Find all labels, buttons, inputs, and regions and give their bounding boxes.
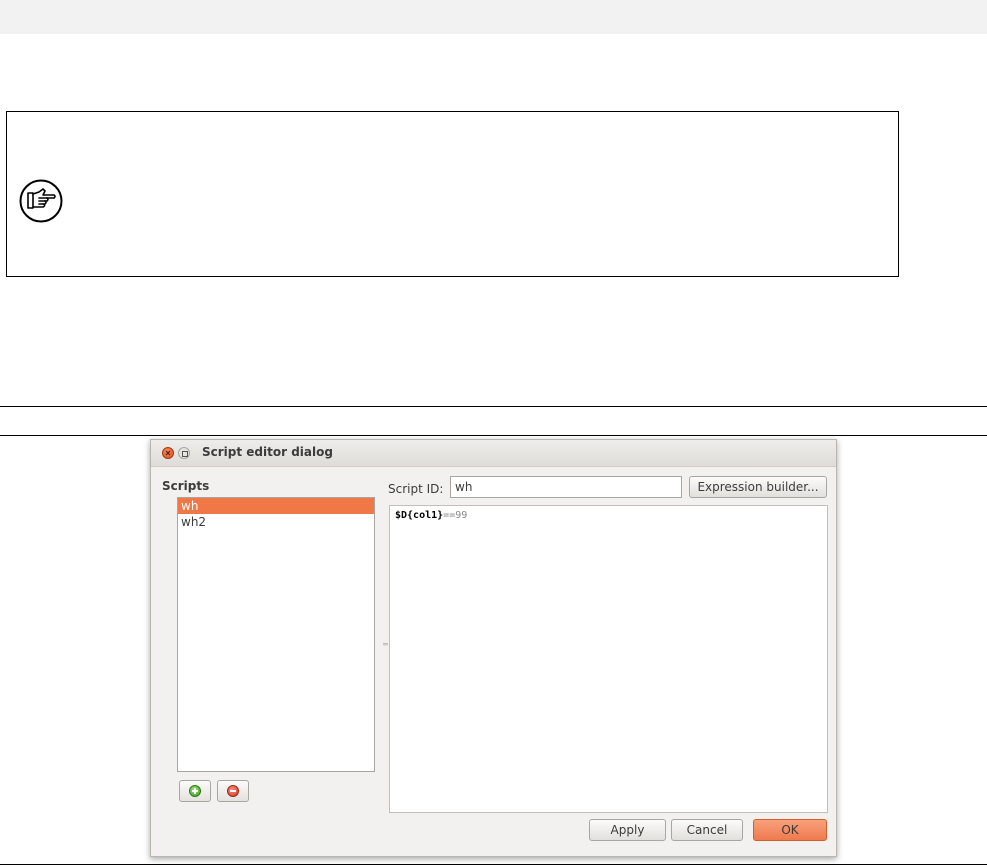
top-bar	[0, 0, 987, 34]
expression-builder-button[interactable]: Expression builder...	[689, 476, 827, 498]
note-box	[6, 111, 899, 277]
add-icon	[189, 785, 201, 797]
remove-icon	[227, 785, 239, 797]
code-expression: ==99	[443, 510, 468, 521]
add-script-button[interactable]	[179, 780, 211, 802]
close-icon	[165, 450, 171, 456]
scripts-label: Scripts	[162, 479, 210, 493]
divider-bottom	[0, 864, 987, 865]
maximize-icon	[182, 451, 188, 457]
divider-middle	[0, 435, 987, 436]
script-editor[interactable]: $D{col1}==99	[389, 505, 828, 813]
cancel-label: Cancel	[686, 823, 728, 837]
title-bar: Script editor dialog	[151, 440, 836, 467]
script-id-label: Script ID:	[388, 482, 444, 496]
dialog-title: Script editor dialog	[202, 445, 333, 459]
script-editor-dialog: Script editor dialog Scripts wh wh2 ═ Sc…	[150, 439, 837, 857]
ok-button[interactable]: OK	[753, 819, 827, 841]
script-item-wh[interactable]: wh	[178, 498, 374, 514]
cancel-button[interactable]: Cancel	[671, 819, 743, 841]
code-variable: $D{col1}	[395, 510, 444, 521]
script-id-input[interactable]	[450, 476, 682, 498]
remove-script-button[interactable]	[217, 780, 249, 802]
script-item-wh2[interactable]: wh2	[178, 514, 374, 530]
divider-top	[0, 406, 987, 407]
pane-splitter[interactable]: ═	[383, 640, 388, 649]
maximize-button[interactable]	[178, 447, 190, 459]
apply-button[interactable]: Apply	[589, 819, 666, 841]
close-button[interactable]	[162, 447, 174, 459]
pointing-hand-icon	[19, 179, 63, 223]
script-list[interactable]: wh wh2	[177, 497, 375, 772]
